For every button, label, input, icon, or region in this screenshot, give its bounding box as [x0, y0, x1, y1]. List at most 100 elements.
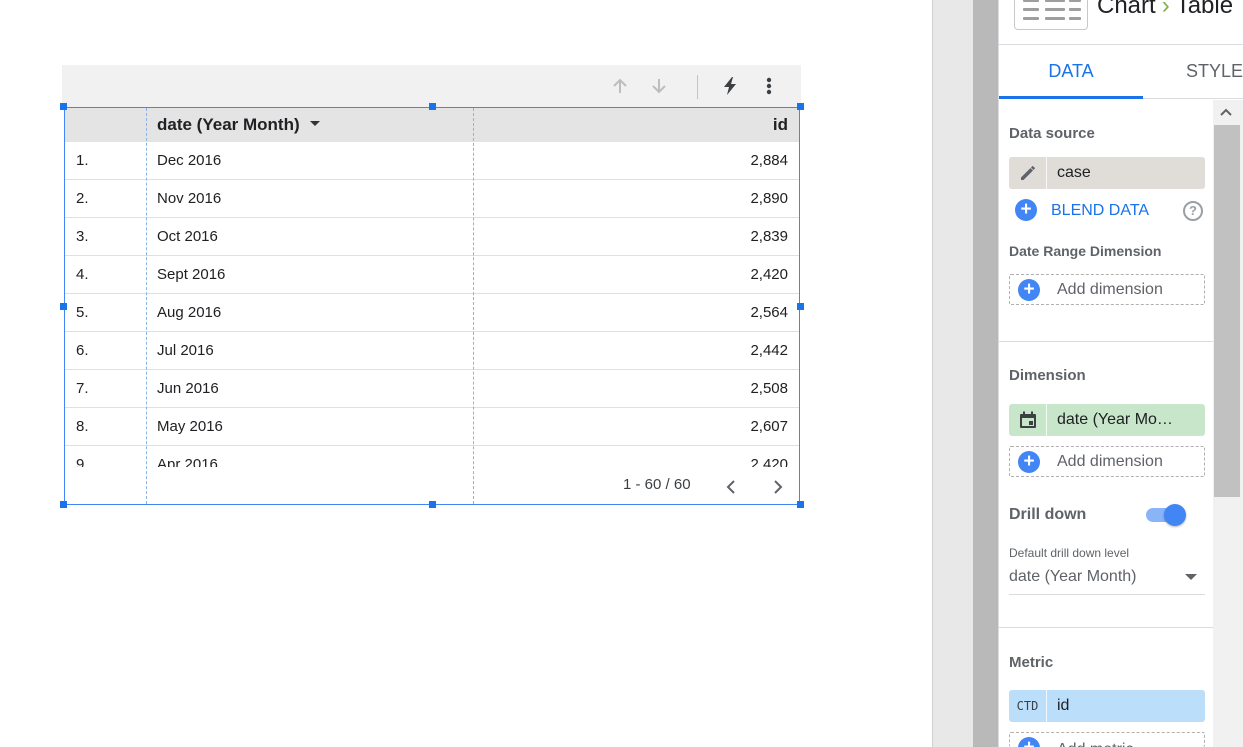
tab-style[interactable]: STYLE [1143, 45, 1243, 99]
properties-panel: Chart › Table DATA STYLE Data source case … [998, 0, 1243, 747]
scroll-up-icon[interactable] [1213, 100, 1239, 124]
cell-date: Jul 2016 [157, 342, 214, 359]
resize-handle[interactable] [797, 303, 804, 310]
cell-id: 2,607 [750, 418, 788, 435]
add-metric-button[interactable]: + Add metric [1009, 732, 1205, 747]
resize-handle[interactable] [797, 103, 804, 110]
column-header-id[interactable]: id [773, 108, 788, 142]
cell-id: 2,420 [750, 456, 788, 467]
chart-toolbar [62, 65, 801, 107]
column-header-date[interactable]: date (Year Month) [157, 108, 320, 142]
data-source-title: Data source [1009, 125, 1095, 142]
dimension-chip[interactable]: date (Year Mo… [1009, 404, 1205, 436]
cell-date: Nov 2016 [157, 190, 222, 207]
table-row: 1. Dec 2016 2,884 [65, 142, 799, 180]
add-metric-label: Add metric [1057, 735, 1133, 747]
cell-id: 2,839 [750, 228, 788, 245]
resize-handle[interactable] [797, 501, 804, 508]
drill-down-level-label: Default drill down level [1009, 546, 1130, 560]
resize-handle[interactable] [429, 103, 436, 110]
panel-tabs: DATA STYLE [999, 45, 1243, 99]
pencil-icon[interactable] [1009, 157, 1047, 189]
row-index: 4. [76, 266, 89, 283]
add-dimension-label: Add dimension [1057, 281, 1163, 298]
resize-handle[interactable] [60, 303, 67, 310]
row-index: 8. [76, 418, 89, 435]
sort-descending-icon[interactable] [646, 73, 672, 99]
row-index: 2. [76, 190, 89, 207]
drill-down-toggle[interactable] [1146, 503, 1188, 527]
table-chart[interactable]: date (Year Month) id 1. Dec 2016 2,884 2… [64, 107, 800, 505]
table-row: 3. Oct 2016 2,839 [65, 218, 799, 256]
toggle-knob [1164, 504, 1186, 526]
dimension-title: Dimension [1009, 367, 1086, 384]
add-circle-icon: + [1018, 737, 1040, 747]
cell-id: 2,442 [750, 342, 788, 359]
help-icon[interactable]: ? [1183, 201, 1203, 221]
data-source-name: case [1057, 164, 1091, 181]
row-index: 5. [76, 304, 89, 321]
row-index: 3. [76, 228, 89, 245]
tab-data[interactable]: DATA [999, 45, 1143, 99]
section-divider [999, 341, 1213, 342]
add-dimension-button[interactable]: + Add dimension [1009, 446, 1205, 477]
sort-desc-caret-icon [309, 121, 320, 127]
chevron-right-icon: › [1161, 0, 1170, 19]
row-index: 1. [76, 152, 89, 169]
table-row: 9. Apr 2016 2,420 [65, 446, 799, 467]
aggregation-label[interactable]: CTD [1009, 690, 1047, 722]
resize-handle[interactable] [60, 501, 67, 508]
panel-gutter-shade [973, 0, 998, 747]
cell-date: Aug 2016 [157, 304, 222, 321]
table-body: 1. Dec 2016 2,884 2. Nov 2016 2,890 3. O… [65, 142, 799, 467]
date-range-title: Date Range Dimension [1009, 243, 1162, 259]
cell-date: Oct 2016 [157, 228, 218, 245]
cell-date: Apr 2016 [157, 456, 218, 467]
data-source-chip[interactable]: case [1009, 157, 1205, 189]
table-chart-icon[interactable] [1014, 0, 1088, 30]
lightning-icon[interactable] [717, 73, 743, 99]
add-date-range-dimension[interactable]: + Add dimension [1009, 274, 1205, 305]
add-circle-icon: + [1018, 451, 1040, 473]
column-divider[interactable] [146, 108, 147, 504]
blend-data-button[interactable]: + BLEND DATA ? [1009, 197, 1205, 225]
breadcrumb-parent[interactable]: Chart [1097, 0, 1156, 19]
cell-date: Jun 2016 [157, 380, 219, 397]
table-row: 2. Nov 2016 2,890 [65, 180, 799, 218]
calendar-icon[interactable] [1009, 404, 1047, 436]
scrollbar-thumb[interactable] [1214, 125, 1240, 497]
sort-ascending-icon[interactable] [607, 73, 633, 99]
table-row: 8. May 2016 2,607 [65, 408, 799, 446]
resize-handle[interactable] [60, 103, 67, 110]
metric-chip[interactable]: CTD id [1009, 690, 1205, 722]
table-row: 4. Sept 2016 2,420 [65, 256, 799, 294]
section-divider [999, 627, 1213, 628]
chevron-left-icon[interactable] [721, 476, 741, 498]
breadcrumb: Chart › Table [1097, 0, 1233, 20]
row-index: 7. [76, 380, 89, 397]
column-header-date-label: date (Year Month) [157, 115, 300, 134]
add-circle-icon: + [1018, 279, 1040, 301]
cell-id: 2,890 [750, 190, 788, 207]
table-row: 6. Jul 2016 2,442 [65, 332, 799, 370]
more-vert-icon[interactable] [756, 73, 782, 99]
add-dimension-label: Add dimension [1057, 453, 1163, 470]
breadcrumb-current: Table [1175, 0, 1234, 19]
dropdown-arrow-icon [1185, 574, 1197, 580]
metric-name: id [1057, 697, 1070, 714]
resize-handle[interactable] [429, 501, 436, 508]
chevron-right-icon[interactable] [768, 476, 788, 498]
column-divider[interactable] [473, 108, 474, 504]
drill-down-level-select[interactable]: date (Year Month) [1009, 563, 1205, 595]
table-header: date (Year Month) id [65, 108, 799, 142]
table-row: 5. Aug 2016 2,564 [65, 294, 799, 332]
blend-data-label: BLEND DATA [1051, 202, 1150, 219]
row-index: 9. [76, 456, 89, 467]
drill-down-level-value: date (Year Month) [1009, 568, 1137, 585]
row-index: 6. [76, 342, 89, 359]
panel-header: Chart › Table [999, 0, 1243, 45]
add-circle-icon: + [1015, 199, 1037, 221]
cell-date: May 2016 [157, 418, 223, 435]
metric-title: Metric [1009, 654, 1054, 671]
toolbar-divider [697, 75, 698, 99]
